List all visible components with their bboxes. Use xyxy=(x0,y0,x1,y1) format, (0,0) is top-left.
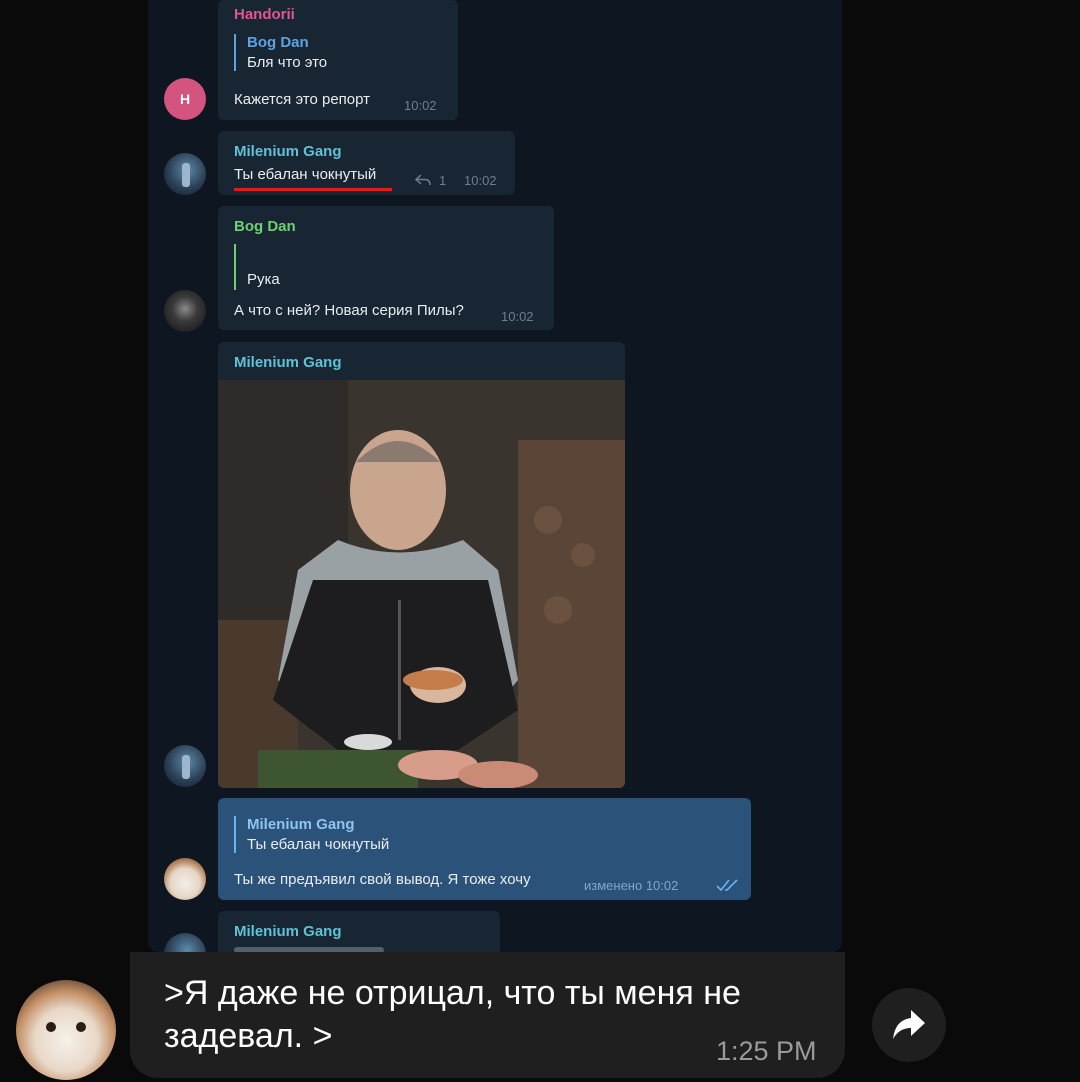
cat-eye-left xyxy=(46,1022,56,1032)
reply-count: 1 xyxy=(439,173,447,188)
avatar-milenium xyxy=(164,745,206,787)
message-milenium-2: Milenium Gang xyxy=(218,911,500,952)
quoted-reply: Milenium Gang Ты ебалан чокнутый xyxy=(234,816,389,853)
avatar-letter: H xyxy=(164,78,206,120)
quoted-reply-text: Бля что это xyxy=(247,54,328,71)
message-outgoing: Milenium Gang Ты ебалан чокнутый Ты же п… xyxy=(218,798,751,900)
message-sender: Milenium Gang xyxy=(234,354,342,371)
avatar-bog-dan xyxy=(164,290,206,332)
message-text: Кажется это репорт xyxy=(234,91,371,108)
highlight-underline xyxy=(234,188,392,191)
avatar-letter-text: H xyxy=(179,91,191,107)
share-arrow-icon xyxy=(893,1010,925,1039)
avatar-figure xyxy=(182,755,190,779)
quoted-reply-text: Ты ебалан чокнутый xyxy=(247,836,390,853)
message-time: 10:02 xyxy=(501,309,534,324)
message-sender: Handorii xyxy=(234,6,295,23)
avatar-milenium xyxy=(164,933,206,952)
message-text: Ты же предъявил свой вывод. Я тоже хочу xyxy=(234,871,531,888)
quoted-reply-name: Milenium Gang xyxy=(247,816,355,833)
message-bog-dan: Bog Dan Рука А что с ней? Новая серия Пи… xyxy=(218,206,554,330)
message-text: А что с ней? Новая серия Пилы? xyxy=(234,302,464,319)
avatar-figure xyxy=(182,163,190,187)
message-sender: Milenium Gang xyxy=(234,143,342,160)
message-handorii: Handorii Bog Dan Бля что это Кажется это… xyxy=(218,0,458,120)
avatar-milenium xyxy=(164,153,206,195)
cat-eye-right xyxy=(76,1022,86,1032)
message-sender: Bog Dan xyxy=(234,218,296,235)
quoted-reply-text: Рука xyxy=(247,271,280,288)
message-milenium-1: Milenium Gang Ты ебалан чокнутый 1 10:02 xyxy=(218,131,515,195)
comment-time: 1:25 PM xyxy=(716,1036,817,1066)
photo-man-eating xyxy=(218,380,625,788)
message-sender: Milenium Gang xyxy=(234,923,342,940)
chat-screenshot: Handorii Bog Dan Бля что это Кажется это… xyxy=(148,0,842,952)
commenter-avatar[interactable] xyxy=(16,980,116,1080)
message-time: 10:02 xyxy=(404,98,437,113)
message-milenium-photo: Milenium Gang xyxy=(218,342,625,788)
message-text: Ты ебалан чокнутый xyxy=(234,166,377,183)
message-time: изменено 10:02 xyxy=(584,878,679,893)
quoted-reply: Bog Dan Бля что это xyxy=(234,34,327,71)
double-check-icon xyxy=(716,879,738,892)
avatar-cat xyxy=(164,858,206,900)
quoted-reply-name: Bog Dan xyxy=(247,34,309,51)
quoted-reply: Рука xyxy=(234,244,280,290)
message-time: 10:02 xyxy=(464,173,497,188)
share-button[interactable] xyxy=(872,988,946,1062)
reply-arrow-icon xyxy=(415,174,431,186)
